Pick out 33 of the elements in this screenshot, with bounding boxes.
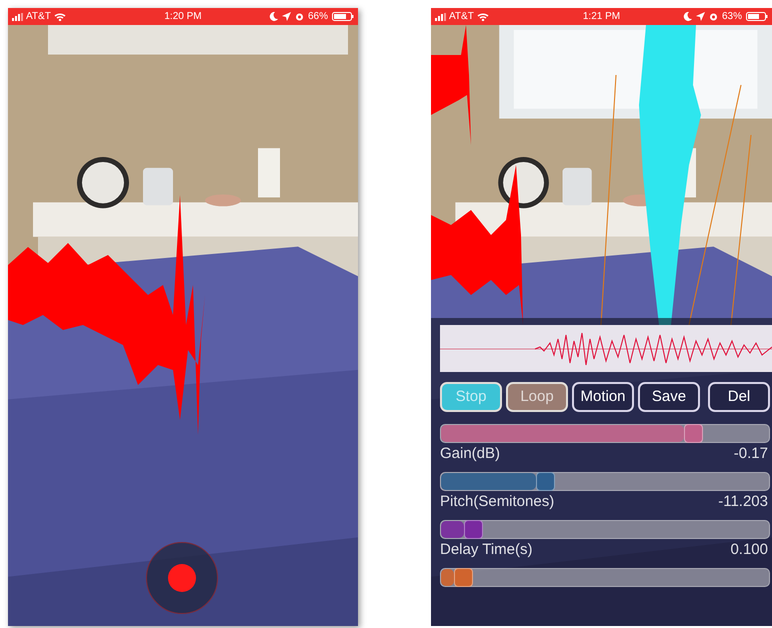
location-arrow-icon (696, 12, 705, 21)
clock-time: 1:21 PM (582, 10, 620, 24)
toggle-button[interactable]: Motion (572, 382, 634, 412)
toggle-button[interactable]: Del (708, 382, 770, 412)
slider-thumb[interactable] (684, 424, 703, 443)
slider-value: -0.17 (734, 444, 768, 464)
slider[interactable] (440, 520, 770, 539)
slider-label: Delay Time(s) (440, 540, 533, 560)
moon-icon (268, 12, 278, 21)
slider-value: 0.100 (730, 540, 768, 560)
wifi-icon (476, 12, 489, 21)
slider[interactable] (440, 424, 770, 443)
slider-label: Gain(dB) (440, 444, 500, 464)
toggle-button[interactable]: Save (638, 382, 700, 412)
carrier-name: AT&T (449, 10, 474, 24)
slider-thumb[interactable] (454, 568, 474, 587)
battery-percent: 63% (722, 10, 742, 24)
battery-percent: 66% (308, 10, 328, 24)
carrier-name: AT&T (26, 10, 51, 24)
slider[interactable] (440, 472, 770, 491)
signal-icon (435, 12, 446, 20)
battery-icon (332, 12, 354, 21)
slider-value: -11.203 (718, 492, 768, 512)
slider-thumb[interactable] (464, 520, 483, 539)
location-arrow-icon (282, 12, 291, 21)
slider[interactable] (440, 568, 770, 587)
wifi-icon (54, 12, 66, 21)
signal-icon (12, 12, 23, 20)
slider-label: Pitch(Semitones) (440, 492, 554, 512)
moon-icon (682, 12, 692, 21)
slider-thumb[interactable] (536, 472, 556, 491)
battery-icon (746, 12, 768, 21)
clock-time: 1:20 PM (164, 10, 202, 24)
